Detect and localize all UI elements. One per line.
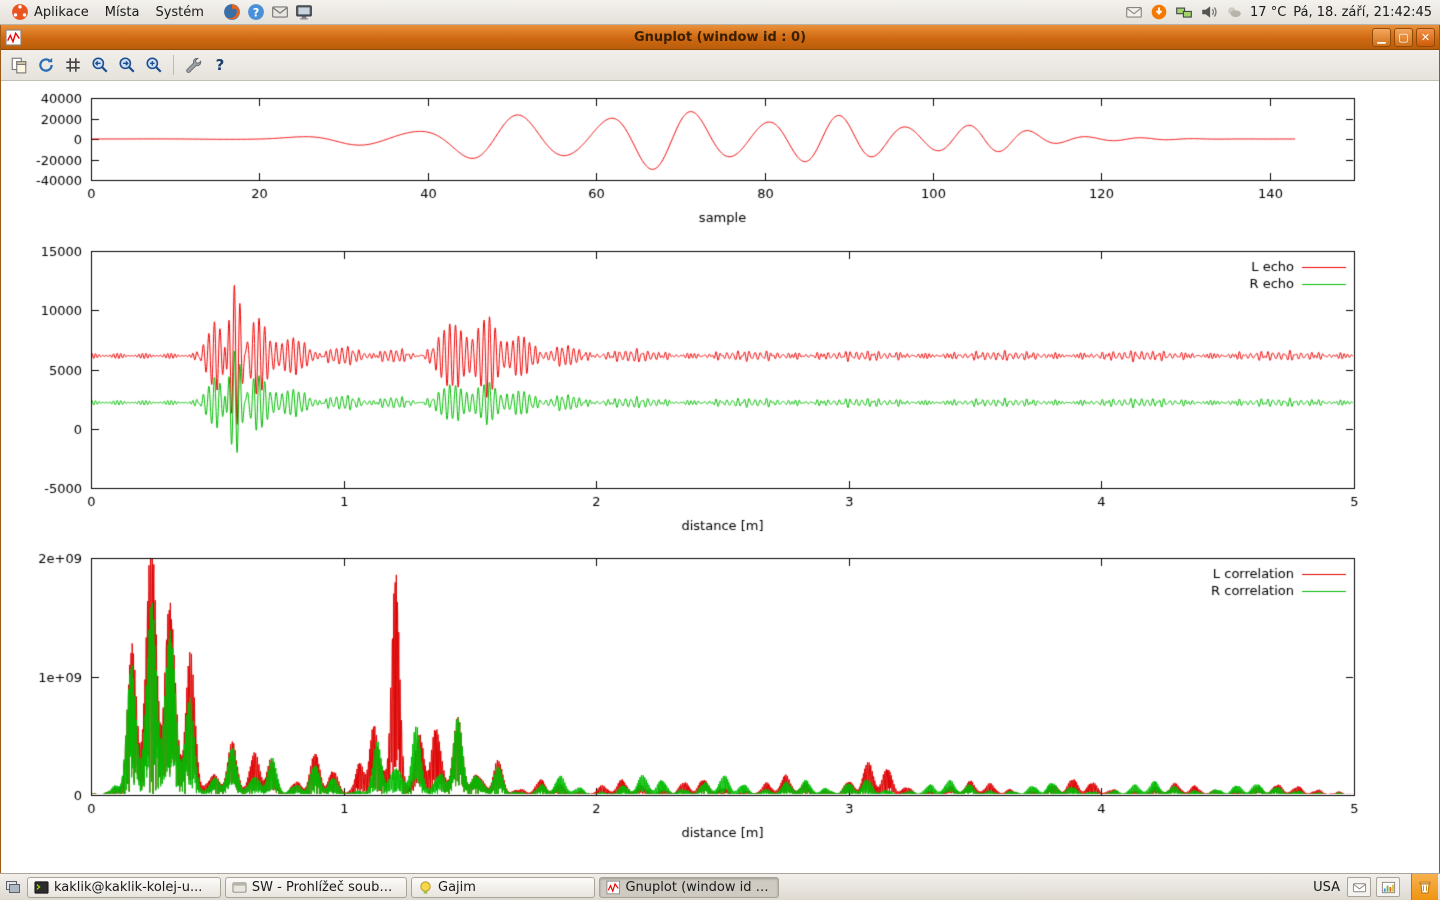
mail-launcher-icon[interactable] <box>271 3 289 21</box>
copy-icon <box>10 56 28 74</box>
tray-mail-box[interactable] <box>1347 877 1371 897</box>
autoscale-button[interactable] <box>142 53 166 77</box>
menu-places[interactable]: Místa <box>98 1 147 24</box>
ubuntu-logo-icon <box>11 3 29 21</box>
panel-launchers: ? <box>223 3 313 21</box>
chart-canvas-1[interactable] <box>1 240 1440 545</box>
tray-mail-icon[interactable] <box>1125 3 1143 21</box>
desktop: Aplikace Místa Systém ? 17 °C Pá, 18. zá… <box>0 0 1440 900</box>
help-icon: ? <box>216 56 225 74</box>
network-monitor-icon[interactable] <box>1175 3 1193 21</box>
task-button-gajim[interactable]: Gajim <box>411 877 595 898</box>
terminal-icon <box>34 880 49 895</box>
gnuplot-toolbar: ? <box>1 50 1439 81</box>
update-notifier-icon[interactable] <box>1150 3 1168 21</box>
menu-system-label: Systém <box>155 5 203 20</box>
window-controls: ▁ ▢ ✕ <box>1372 28 1435 47</box>
menu-applications-label: Aplikace <box>34 5 89 20</box>
top-panel: Aplikace Místa Systém ? 17 °C Pá, 18. zá… <box>0 0 1440 25</box>
chart-canvas-0[interactable] <box>1 88 1440 232</box>
gnuplot-window-icon <box>5 29 22 46</box>
chart-canvas-2[interactable] <box>1 548 1440 852</box>
help-button[interactable]: ? <box>208 53 232 77</box>
volume-icon[interactable] <box>1200 3 1218 21</box>
system-monitor-icon <box>1381 880 1396 895</box>
grid-icon <box>64 56 82 74</box>
wrench-icon <box>184 56 202 74</box>
taskbar-tray: USA <box>1313 874 1438 900</box>
tray-monitor-box[interactable] <box>1376 877 1400 897</box>
task-button-gnuplot[interactable]: Gnuplot (window id : 0) <box>599 877 779 898</box>
trash-applet[interactable] <box>1411 874 1438 900</box>
panel-tray: 17 °C Pá, 18. září, 21:42:45 <box>1125 3 1440 21</box>
task-label: Gajim <box>438 880 476 895</box>
task-label: SW - Prohlížeč souborů <box>252 880 400 895</box>
task-label: kaklik@kaklik-kolej-u... <box>54 880 202 895</box>
plot-surface <box>1 81 1439 872</box>
gnuplot-window: Gnuplot (window id : 0) ▁ ▢ ✕ <box>0 25 1440 873</box>
weather-temperature[interactable]: 17 °C <box>1250 5 1286 20</box>
replot-button[interactable] <box>34 53 58 77</box>
keyboard-layout-indicator[interactable]: USA <box>1313 880 1340 895</box>
maximize-button[interactable]: ▢ <box>1394 28 1413 47</box>
close-button[interactable]: ✕ <box>1416 28 1435 47</box>
clock-applet[interactable]: Pá, 18. září, 21:42:45 <box>1293 5 1432 20</box>
autoscale-icon <box>145 56 163 74</box>
window-title: Gnuplot (window id : 0) <box>1 30 1439 45</box>
screenshot-launcher-icon[interactable] <box>295 3 313 21</box>
trash-icon <box>1417 879 1433 895</box>
zoom-next-button[interactable] <box>115 53 139 77</box>
taskbar: kaklik@kaklik-kolej-u... SW - Prohlížeč … <box>0 873 1440 900</box>
firefox-launcher-icon[interactable] <box>223 3 241 21</box>
menu-system[interactable]: Systém <box>148 1 210 24</box>
svg-text:?: ? <box>253 7 260 20</box>
toolbar-separator <box>173 55 174 75</box>
mail-notify-icon <box>1352 880 1367 895</box>
refresh-icon <box>37 56 55 74</box>
zoom-next-icon <box>118 56 136 74</box>
menu-applications[interactable]: Aplikace <box>4 1 96 24</box>
task-button-terminal[interactable]: kaklik@kaklik-kolej-u... <box>27 877 221 898</box>
help-launcher-icon[interactable]: ? <box>247 3 265 21</box>
panel-menus: Aplikace Místa Systém ? <box>0 1 313 24</box>
titlebar[interactable]: Gnuplot (window id : 0) ▁ ▢ ✕ <box>1 25 1439 50</box>
gajim-icon <box>418 880 433 895</box>
menu-places-label: Místa <box>105 5 140 20</box>
toggle-grid-button[interactable] <box>61 53 85 77</box>
task-label: Gnuplot (window id : 0) <box>625 880 772 895</box>
zoom-previous-button[interactable] <box>88 53 112 77</box>
settings-button[interactable] <box>181 53 205 77</box>
copy-button[interactable] <box>7 53 31 77</box>
show-desktop-button[interactable] <box>2 877 24 898</box>
minimize-button[interactable]: ▁ <box>1372 28 1391 47</box>
task-button-file-browser[interactable]: SW - Prohlížeč souborů <box>225 877 407 898</box>
file-browser-icon <box>232 880 247 895</box>
show-desktop-icon <box>5 879 21 895</box>
zoom-previous-icon <box>91 56 109 74</box>
weather-icon[interactable] <box>1225 3 1243 21</box>
gnuplot-task-icon <box>606 880 620 895</box>
